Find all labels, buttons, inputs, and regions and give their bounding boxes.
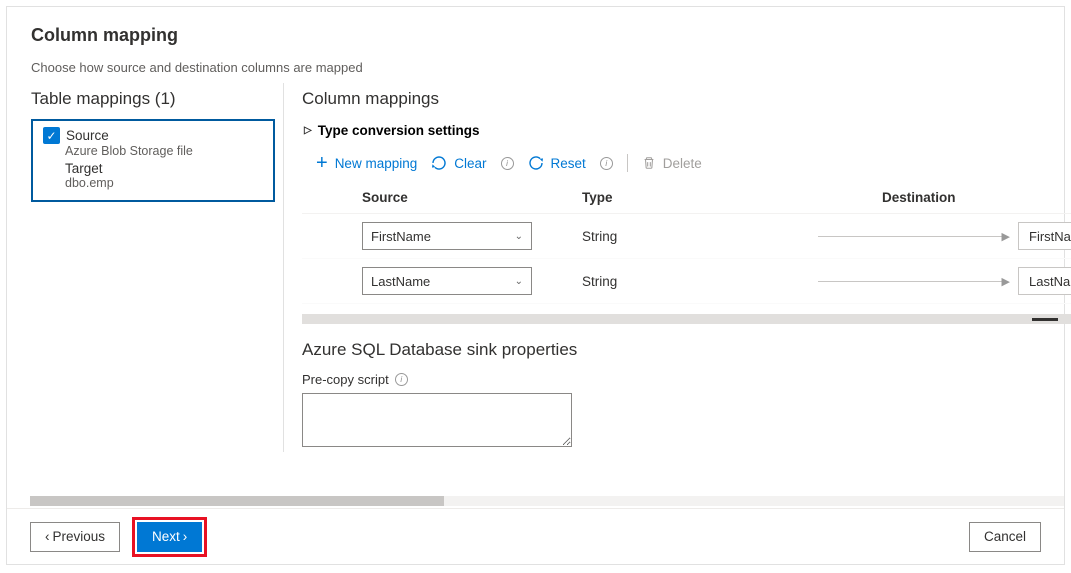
column-mappings-panel: Column mappings ▷ Type conversion settin… bbox=[283, 83, 1071, 452]
mapping-target-label: Target bbox=[65, 161, 263, 176]
chevron-down-icon: ⌄ bbox=[515, 276, 523, 287]
delete-button: Delete bbox=[642, 156, 702, 171]
mapping-source-value: Azure Blob Storage file bbox=[65, 144, 263, 158]
new-mapping-button[interactable]: + New mapping bbox=[316, 156, 417, 171]
grid-header: Source Type Destination bbox=[302, 186, 1071, 214]
type-cell: String bbox=[582, 274, 818, 289]
mapping-arrow: ▶ bbox=[818, 275, 1018, 288]
highlight-annotation: Next › bbox=[132, 517, 207, 557]
mapping-toolbar: + New mapping Clear i Reset i Delete bbox=[316, 154, 1071, 172]
column-mappings-title: Column mappings bbox=[302, 89, 1071, 109]
reset-button[interactable]: Reset bbox=[528, 155, 586, 171]
trash-icon bbox=[642, 156, 656, 170]
info-icon[interactable]: i bbox=[600, 157, 613, 170]
caret-right-icon: ▷ bbox=[304, 125, 312, 136]
page-title: Column mapping bbox=[31, 25, 1040, 46]
refresh-ccw-icon bbox=[431, 155, 447, 171]
cancel-button[interactable]: Cancel bbox=[969, 522, 1041, 552]
type-conversion-label: Type conversion settings bbox=[318, 123, 480, 138]
sink-properties-title: Azure SQL Database sink properties bbox=[302, 340, 1071, 360]
mapping-row: LastName ⌄ String ▶ LastName bbox=[302, 259, 1071, 304]
type-conversion-toggle[interactable]: ▷ Type conversion settings bbox=[304, 123, 1071, 138]
mapping-row: FirstName ⌄ String ▶ FirstName bbox=[302, 214, 1071, 259]
source-dropdown[interactable]: LastName ⌄ bbox=[362, 267, 532, 295]
mapping-arrow: ▶ bbox=[818, 230, 1018, 243]
table-mappings-title: Table mappings (1) bbox=[31, 89, 283, 109]
destination-field[interactable]: LastName bbox=[1018, 267, 1071, 295]
chevron-right-icon: › bbox=[183, 529, 188, 544]
destination-field[interactable]: FirstName bbox=[1018, 222, 1071, 250]
chevron-down-icon: ⌄ bbox=[515, 231, 523, 242]
info-icon[interactable]: i bbox=[395, 373, 408, 386]
col-source-header: Source bbox=[362, 190, 582, 205]
col-type-header: Type bbox=[582, 190, 882, 205]
page-subtitle: Choose how source and destination column… bbox=[31, 60, 1040, 75]
clear-button[interactable]: Clear bbox=[431, 155, 486, 171]
footer: ‹ Previous Next › Cancel bbox=[7, 508, 1064, 564]
column-mapping-panel: Column mapping Choose how source and des… bbox=[6, 6, 1065, 565]
type-cell: String bbox=[582, 229, 818, 244]
refresh-cw-icon bbox=[528, 155, 544, 171]
splitter-handle[interactable] bbox=[1032, 318, 1058, 321]
previous-button[interactable]: ‹ Previous bbox=[30, 522, 120, 552]
scroll-thumb[interactable] bbox=[30, 496, 444, 506]
next-button[interactable]: Next › bbox=[137, 522, 202, 552]
toolbar-separator bbox=[627, 154, 628, 172]
chevron-left-icon: ‹ bbox=[45, 529, 50, 544]
header: Column mapping Choose how source and des… bbox=[7, 7, 1064, 83]
splitter-bar[interactable] bbox=[302, 314, 1071, 324]
col-dest-header: Destination bbox=[882, 190, 1071, 205]
info-icon[interactable]: i bbox=[501, 157, 514, 170]
plus-icon: + bbox=[316, 156, 328, 170]
precopy-script-input[interactable] bbox=[302, 393, 572, 447]
table-mappings-panel: Table mappings (1) ✓ Source Azure Blob S… bbox=[31, 83, 283, 452]
mapping-checkbox[interactable]: ✓ bbox=[43, 127, 60, 144]
source-dropdown[interactable]: FirstName ⌄ bbox=[362, 222, 532, 250]
precopy-label: Pre-copy script bbox=[302, 372, 389, 387]
table-mapping-card[interactable]: ✓ Source Azure Blob Storage file Target … bbox=[31, 119, 275, 202]
mapping-source-label: Source bbox=[66, 128, 109, 143]
horizontal-scrollbar[interactable] bbox=[30, 496, 1064, 506]
mapping-target-value: dbo.emp bbox=[65, 176, 263, 190]
